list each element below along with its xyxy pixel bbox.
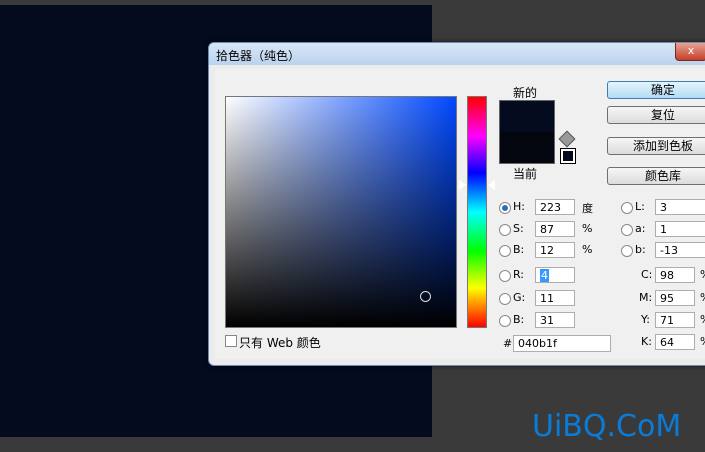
hex-label: # — [503, 337, 513, 350]
site-watermark: UiBQ.CoM — [532, 409, 682, 444]
blue-label: B: — [513, 313, 525, 326]
a-channel-radio[interactable] — [621, 224, 633, 236]
red-label: R: — [513, 268, 525, 281]
hue-radio[interactable] — [499, 202, 511, 214]
cyan-input[interactable]: 98 — [655, 267, 695, 283]
out-of-gamut-cube-icon[interactable] — [558, 130, 576, 148]
current-color-swatch[interactable] — [500, 132, 554, 163]
close-icon: x — [687, 44, 695, 57]
blue-radio[interactable] — [499, 315, 511, 327]
red-radio[interactable] — [499, 270, 511, 282]
brightness-unit: % — [582, 243, 593, 256]
lightness-radio[interactable] — [621, 202, 633, 214]
green-input[interactable]: 11 — [535, 290, 575, 306]
current-color-label: 当前 — [513, 167, 538, 181]
hex-input[interactable]: 040b1f — [513, 335, 611, 352]
cyan-unit: % — [700, 268, 705, 281]
green-label: G: — [513, 291, 526, 304]
title-bar[interactable]: 拾色器（纯色） x — [209, 43, 705, 65]
brightness-radio[interactable] — [499, 245, 511, 257]
cyan-label: C: — [641, 268, 653, 281]
brightness-label: B: — [513, 243, 525, 256]
red-value-selected: 4 — [540, 269, 549, 282]
color-cursor-marker[interactable] — [420, 291, 431, 302]
hue-input[interactable]: 223 — [535, 199, 575, 215]
ok-button[interactable]: 确定 — [607, 81, 705, 99]
magenta-unit: % — [700, 291, 705, 304]
a-channel-input[interactable]: 1 — [655, 221, 705, 237]
lightness-label: L: — [635, 200, 645, 213]
key-black-unit: % — [700, 335, 705, 348]
saturation-input[interactable]: 87 — [535, 221, 575, 237]
add-to-swatches-button[interactable]: 添加到色板 — [607, 137, 705, 155]
saturation-radio[interactable] — [499, 224, 511, 236]
yellow-input[interactable]: 71 — [655, 312, 695, 328]
hue-slider[interactable] — [467, 96, 487, 328]
saturation-unit: % — [582, 222, 593, 235]
web-colors-only-checkbox[interactable] — [225, 335, 237, 347]
new-color-swatch — [500, 101, 554, 132]
yellow-label: Y: — [641, 313, 650, 326]
new-color-label: 新的 — [513, 86, 538, 100]
blue-input[interactable]: 31 — [535, 312, 575, 328]
hue-slider-right-arrow-icon[interactable] — [488, 180, 495, 190]
hue-unit: 度 — [582, 202, 593, 215]
web-colors-only-label: 只有 Web 颜色 — [239, 336, 321, 350]
key-black-input[interactable]: 64 — [655, 334, 695, 350]
red-input[interactable]: 4 — [535, 267, 575, 283]
saturation-label: S: — [513, 222, 524, 235]
b-channel-input[interactable]: -13 — [655, 242, 705, 258]
brightness-input[interactable]: 12 — [535, 242, 575, 258]
color-comparison-swatch — [499, 100, 555, 164]
reset-button[interactable]: 复位 — [607, 106, 705, 124]
magenta-label: M: — [639, 291, 653, 304]
b-channel-radio[interactable] — [621, 245, 633, 257]
hue-slider-left-arrow-icon[interactable] — [459, 180, 466, 190]
lightness-input[interactable]: 3 — [655, 199, 705, 215]
b-channel-label: b: — [635, 243, 646, 256]
magenta-input[interactable]: 95 — [655, 290, 695, 306]
dialog-body: 新的 当前 确定 复位 添加到色板 颜色库 H: 223 度 S: 87 % B… — [215, 69, 705, 359]
key-black-label: K: — [641, 335, 652, 348]
web-safe-swatch-icon[interactable] — [560, 148, 576, 164]
color-picker-dialog: 拾色器（纯色） x 新的 当前 确定 复位 添加到色板 颜色库 H: 223 度… — [208, 42, 705, 366]
color-libraries-button[interactable]: 颜色库 — [607, 167, 705, 185]
saturation-brightness-field[interactable] — [225, 96, 457, 328]
yellow-unit: % — [700, 313, 705, 326]
close-button[interactable]: x — [675, 43, 705, 61]
hue-label: H: — [513, 200, 525, 213]
dialog-title: 拾色器（纯色） — [216, 49, 301, 63]
green-radio[interactable] — [499, 293, 511, 305]
a-channel-label: a: — [635, 222, 646, 235]
